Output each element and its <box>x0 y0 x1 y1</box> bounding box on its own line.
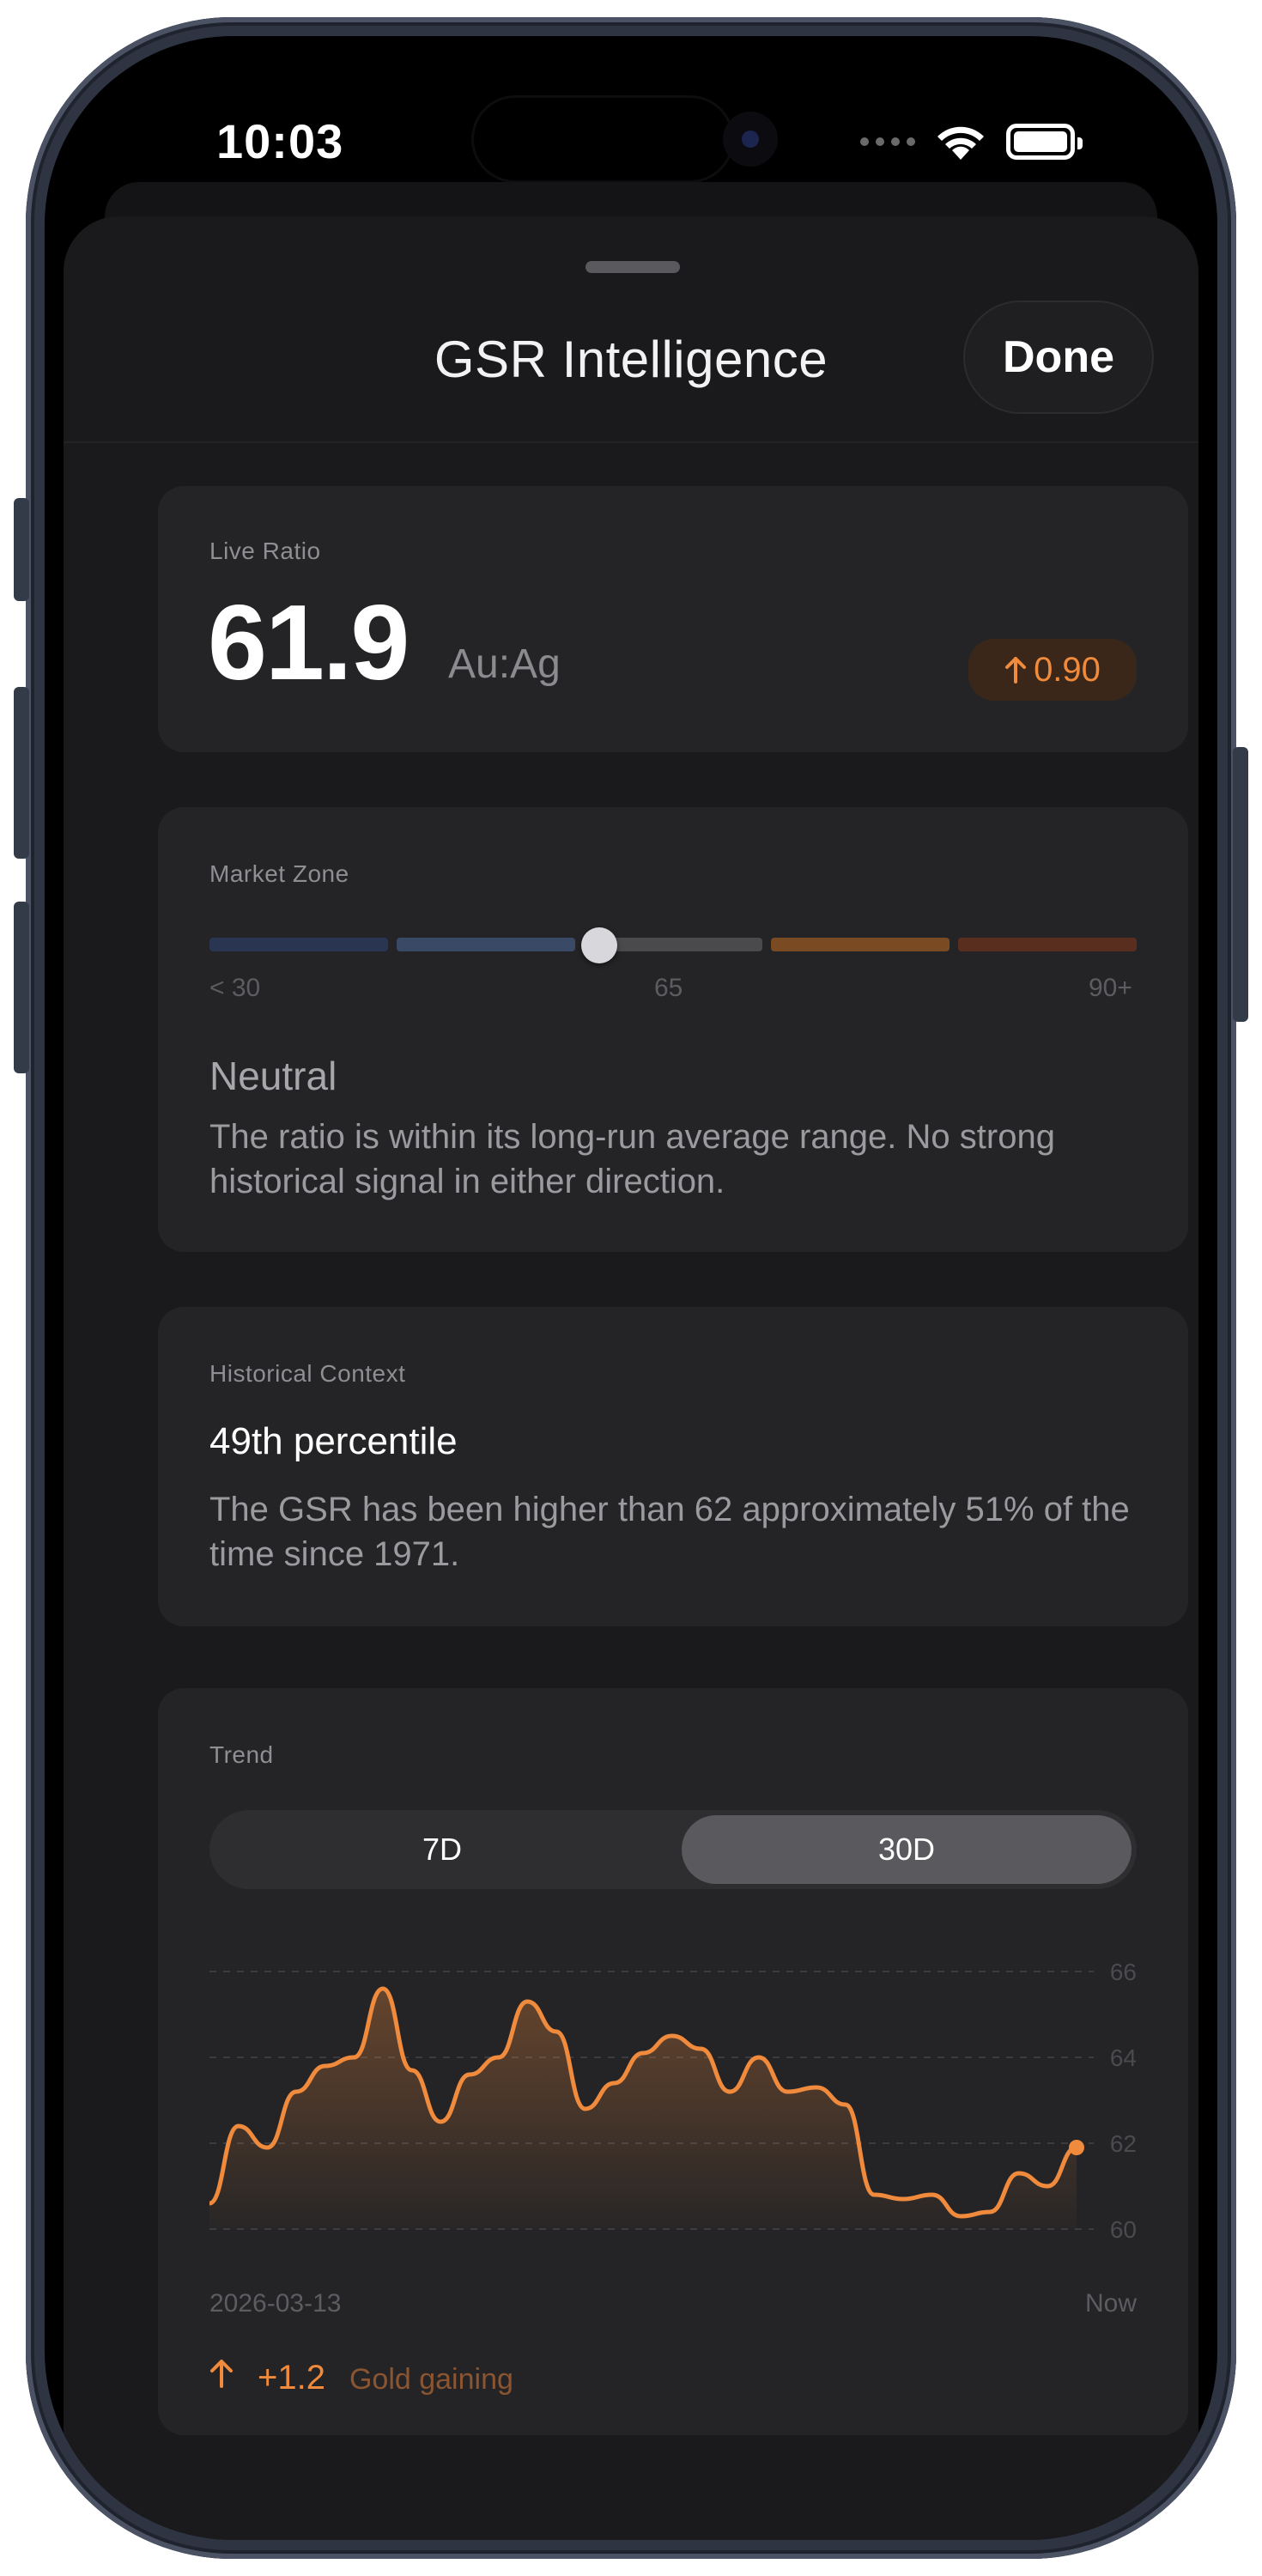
trend-delta-label: Gold gaining <box>349 2363 513 2396</box>
volume-down-button[interactable] <box>14 902 29 1073</box>
zone-tick-low: < 30 <box>209 974 261 1002</box>
change-badge: 0.90 <box>968 639 1137 701</box>
zone-marker <box>580 927 617 963</box>
y-tick-label: 66 <box>1110 1959 1137 1985</box>
y-tick-label: 60 <box>1110 2216 1137 2243</box>
zone-segment-below <box>397 938 575 951</box>
change-value: 0.90 <box>1034 650 1101 689</box>
power-button[interactable] <box>1233 747 1248 1022</box>
done-button[interactable]: Done <box>963 301 1154 414</box>
current-point <box>1069 2140 1084 2155</box>
camera-icon <box>723 112 778 167</box>
battery-icon <box>1006 124 1083 160</box>
range-7d-button[interactable]: 7D <box>215 1815 670 1884</box>
trend-chart: 66 64 62 60 <box>209 1959 1137 2243</box>
percentile-title: 49th percentile <box>209 1420 458 1462</box>
historical-label: Historical Context <box>209 1360 406 1387</box>
arrow-up-icon <box>1005 657 1027 683</box>
range-30d-button[interactable]: 30D <box>682 1815 1132 1884</box>
screen: 10:03 GSR Intelligence Done Live Ratio 6… <box>45 36 1217 2540</box>
zone-tick-mid: 65 <box>654 974 683 1002</box>
sheet-header: GSR Intelligence Done <box>64 216 1198 443</box>
x-axis-start: 2026-03-13 <box>209 2289 342 2318</box>
status-icons <box>860 122 1083 161</box>
action-button[interactable] <box>14 498 29 601</box>
status-time: 10:03 <box>216 114 344 168</box>
live-ratio-label: Live Ratio <box>209 538 321 564</box>
volume-up-button[interactable] <box>14 687 29 859</box>
live-ratio-value: 61.9 <box>208 584 410 702</box>
historical-description: The GSR has been higher than 62 approxim… <box>209 1491 1130 1573</box>
gsr-sheet: GSR Intelligence Done Live Ratio 61.9 Au… <box>64 216 1198 2540</box>
arrow-up-icon <box>210 2360 233 2388</box>
trend-label: Trend <box>209 1741 274 1768</box>
trend-summary: +1.2 Gold gaining <box>209 2358 513 2397</box>
cellular-signal-icon <box>860 137 915 146</box>
range-segmented-control: 7D 30D <box>209 1810 1137 1889</box>
y-tick-label: 62 <box>1110 2130 1137 2157</box>
zone-segment-high <box>958 938 1137 951</box>
market-zone-card: Market Zone < 30 65 90+ Neutral The rati… <box>158 807 1188 1252</box>
live-ratio-unit: Au:Ag <box>448 641 561 687</box>
y-tick-label: 64 <box>1110 2044 1137 2071</box>
zone-tick-high: 90+ <box>1089 974 1132 1002</box>
market-zone-label: Market Zone <box>209 860 349 887</box>
zone-name: Neutral <box>209 1054 337 1098</box>
zone-segment-above <box>771 938 950 951</box>
zone-description: The ratio is within its long-run average… <box>209 1118 1055 1200</box>
live-ratio-card: Live Ratio 61.9 Au:Ag 0.90 <box>158 486 1188 752</box>
historical-context-card: Historical Context 49th percentile The G… <box>158 1307 1188 1626</box>
trend-delta: +1.2 <box>258 2359 325 2397</box>
trend-card: Trend 7D 30D 66 64 62 60 2026-03-13 Now +1.… <box>158 1688 1188 2435</box>
trend-area <box>209 1989 1077 2229</box>
wifi-icon <box>937 126 984 160</box>
x-axis-end: Now <box>1085 2289 1138 2318</box>
zone-track <box>209 938 1137 951</box>
zone-segment-low <box>209 938 388 951</box>
dynamic-island <box>474 98 731 180</box>
